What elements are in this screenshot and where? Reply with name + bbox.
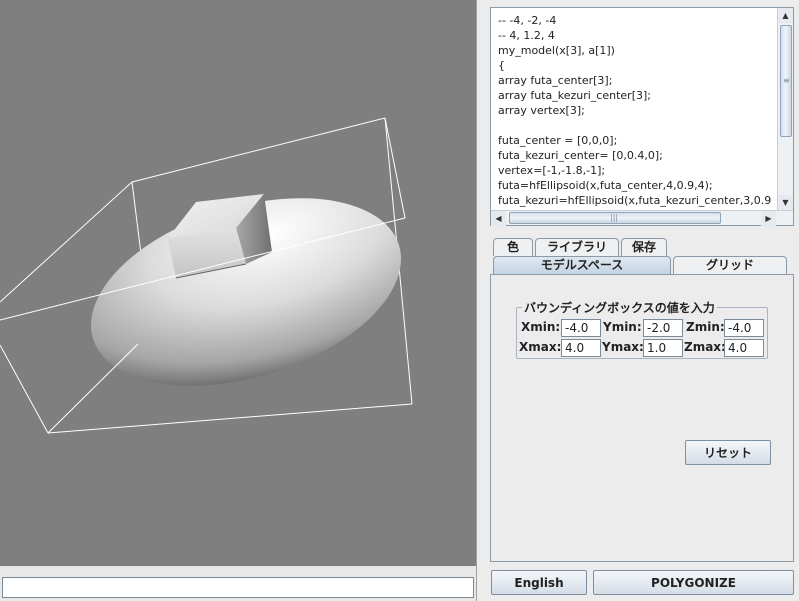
code-line: vertex=[-1,-1.8,-1]; (498, 164, 606, 177)
viewport-render (0, 117, 413, 434)
command-area (0, 566, 477, 601)
code-line: -- -4, -2, -4 (498, 14, 557, 27)
scroll-left-icon[interactable]: ◀ (491, 211, 506, 226)
horizontal-scroll-thumb[interactable]: ||| (509, 212, 721, 224)
code-editor[interactable]: -- -4, -2, -4 -- 4, 1.2, 4 my_model(x[3], … (490, 7, 794, 226)
ymin-label: Ymin: (603, 320, 642, 334)
command-input[interactable] (2, 577, 474, 598)
zmin-label: Zmin: (686, 320, 725, 334)
code-line: -- 4, 1.2, 4 (498, 29, 555, 42)
code-line: futa_kezuri_center= [0,0.4,0]; (498, 149, 663, 162)
tab-model-space[interactable]: モデルスペース (493, 256, 671, 274)
grip-icon: ||| (610, 213, 619, 222)
bounding-box-group: バウンディングボックスの値を入力 Xmin: Ymin: Zmin: Xmax:… (516, 299, 768, 359)
model-viewport[interactable] (0, 0, 477, 566)
tab-save[interactable]: 保存 (621, 238, 667, 256)
code-horizontal-scrollbar[interactable]: ◀ ||| ▶ (491, 210, 793, 226)
scroll-up-icon[interactable]: ▲ (778, 8, 793, 23)
grip-icon: ≡ (783, 76, 790, 85)
code-line: futa_kezuri=hfEllipsoid(x,futa_kezuri_ce… (498, 194, 772, 207)
zmax-field[interactable] (724, 339, 764, 357)
ymax-field[interactable] (643, 339, 683, 357)
code-line: my_model(x[3], a[1]) (498, 44, 615, 57)
code-line: array futa_kezuri_center[3]; (498, 89, 651, 102)
code-line: futa=hfEllipsoid(x,futa_center,4,0.9,4); (498, 179, 713, 192)
polygonize-button[interactable]: POLYGONIZE (593, 570, 794, 595)
code-line: array futa_center[3]; (498, 74, 613, 87)
ymin-field[interactable] (643, 319, 683, 337)
xmax-label: Xmax: (519, 340, 562, 354)
scroll-down-icon[interactable]: ▼ (778, 195, 793, 210)
code-line: futa_center = [0,0,0]; (498, 134, 618, 147)
xmax-field[interactable] (561, 339, 601, 357)
xmin-field[interactable] (561, 319, 601, 337)
reset-button[interactable]: リセット (685, 440, 771, 465)
vertical-scroll-thumb[interactable]: ≡ (780, 25, 792, 137)
zmin-field[interactable] (724, 319, 764, 337)
scroll-right-icon[interactable]: ▶ (761, 211, 776, 226)
english-button[interactable]: English (491, 570, 587, 595)
tab-library[interactable]: ライブラリ (535, 238, 619, 256)
code-text-area[interactable]: -- -4, -2, -4 -- 4, 1.2, 4 my_model(x[3], … (491, 8, 777, 211)
model-space-panel: バウンディングボックスの値を入力 Xmin: Ymin: Zmin: Xmax:… (490, 274, 794, 562)
zmax-label: Zmax: (684, 340, 726, 354)
code-line: { (498, 59, 505, 72)
bounding-box-title: バウンディングボックスの値を入力 (522, 299, 717, 316)
ymax-label: Ymax: (602, 340, 644, 354)
code-vertical-scrollbar[interactable]: ▲ ≡ ▼ (777, 8, 793, 211)
tab-color[interactable]: 色 (493, 238, 533, 256)
tab-grid[interactable]: グリッド (673, 256, 787, 274)
xmin-label: Xmin: (521, 320, 561, 334)
code-line: array vertex[3]; (498, 104, 585, 117)
